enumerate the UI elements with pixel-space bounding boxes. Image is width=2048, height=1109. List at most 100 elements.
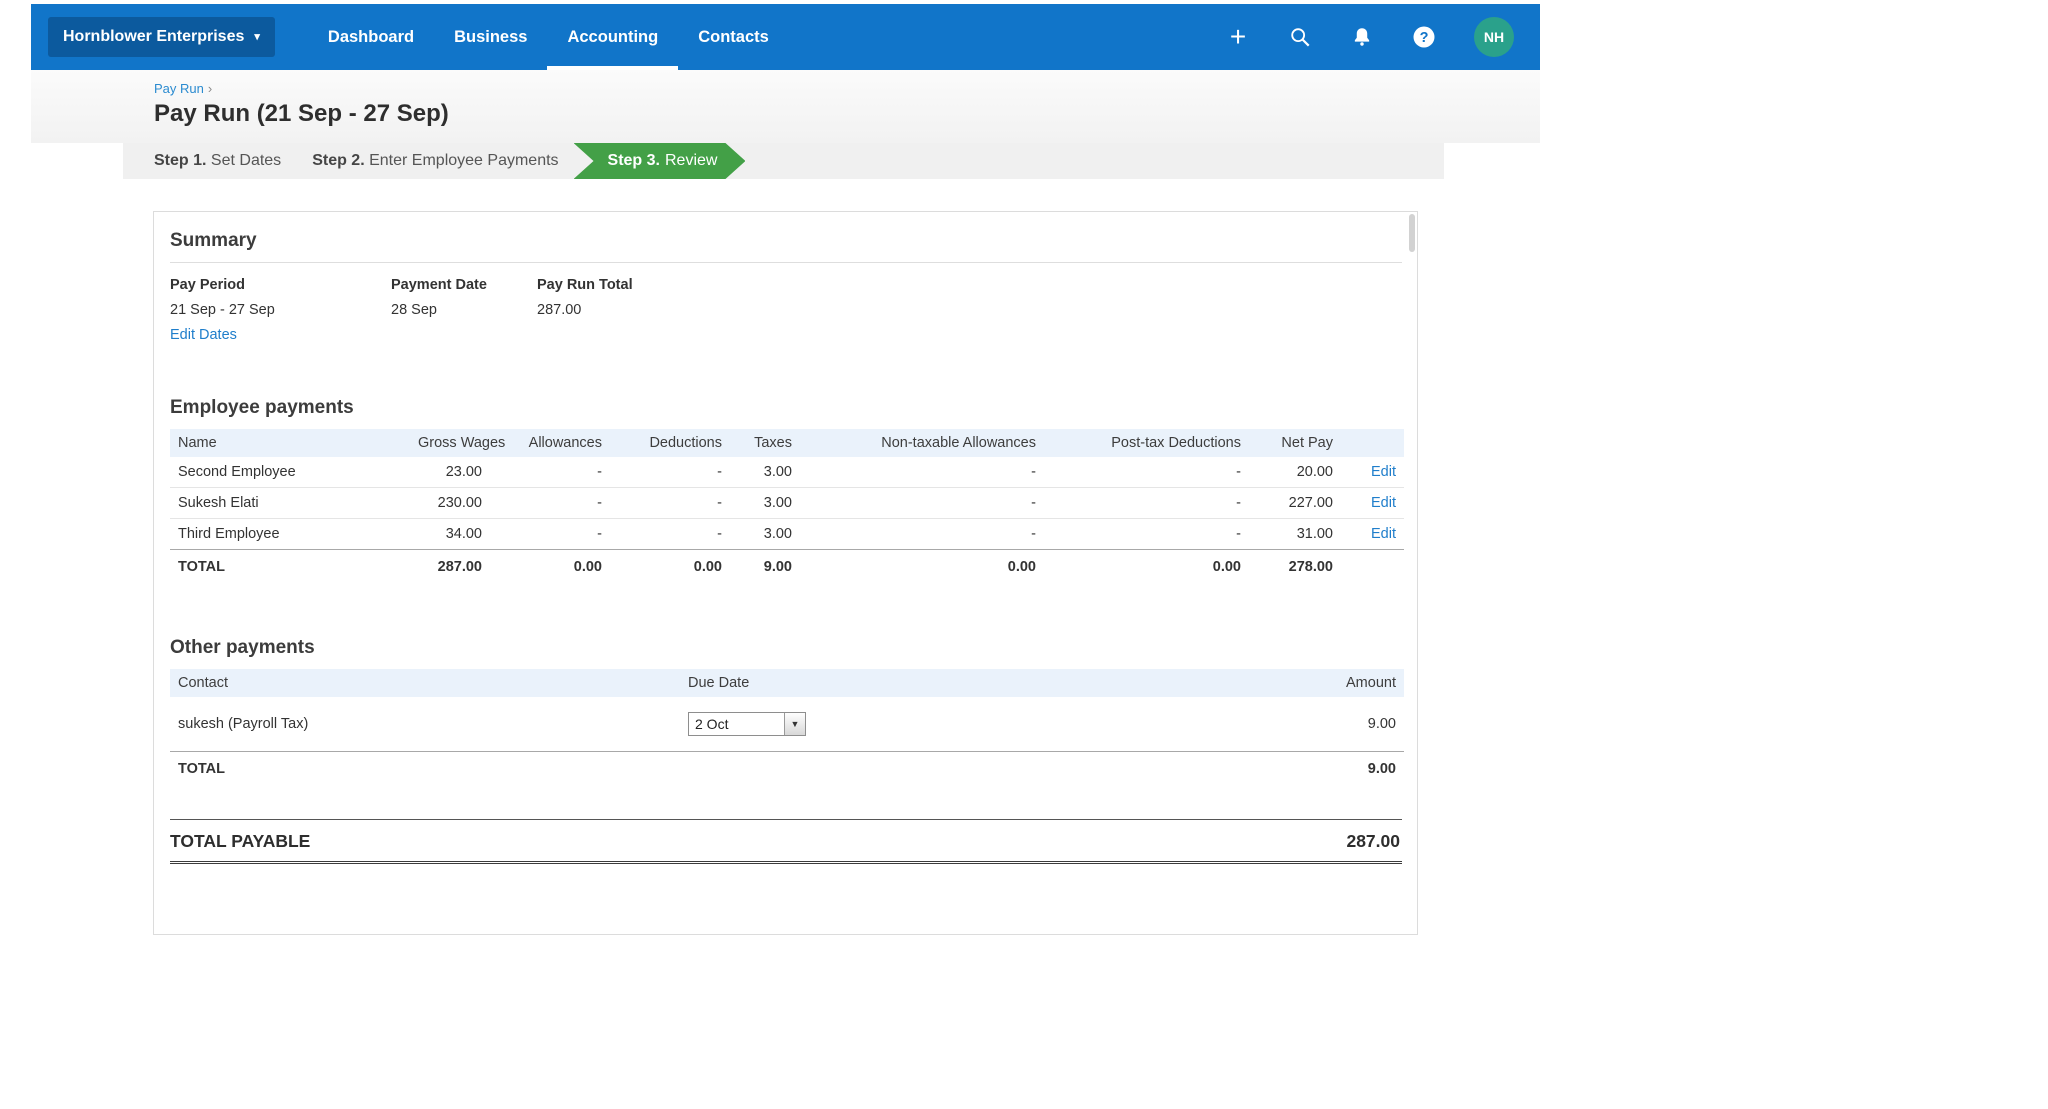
cell-name: Second Employee [170, 457, 410, 488]
step-2-label: Enter Employee Payments [369, 152, 558, 169]
table-row: Sukesh Elati 230.00 - - 3.00 - - 227.00 … [170, 488, 1404, 519]
total-taxes: 9.00 [730, 550, 800, 584]
total-deductions: 0.00 [610, 550, 730, 584]
main-nav: Dashboard Business Accounting Contacts [308, 4, 789, 70]
step-3-review-active: Step 3. Review [574, 143, 746, 179]
step-1-label: Set Dates [211, 152, 281, 169]
cell-post-tax: - [1044, 457, 1249, 488]
employee-payments-section: Employee payments Name Gross Wages Allow… [170, 397, 1402, 583]
total-payable-amount: 287.00 [1346, 831, 1400, 852]
cell-taxes: 3.00 [730, 519, 800, 550]
col-contact: Contact [170, 669, 680, 697]
col-amount: Amount [1240, 669, 1404, 697]
org-name: Hornblower Enterprises [63, 28, 244, 46]
chevron-down-icon[interactable]: ▼ [784, 713, 805, 735]
cell-non-taxable: - [800, 488, 1044, 519]
summary-pay-period: Pay Period 21 Sep - 27 Sep Edit Dates [170, 277, 391, 343]
cell-allowances: - [490, 457, 610, 488]
col-edit [1341, 429, 1404, 457]
app-window: Hornblower Enterprises ▾ Dashboard Busin… [31, 4, 1540, 935]
step-1-prefix: Step 1. [154, 152, 206, 169]
search-icon[interactable] [1288, 25, 1312, 49]
cell-gross: 34.00 [410, 519, 490, 550]
total-post-tax: 0.00 [1044, 550, 1249, 584]
table-row: sukesh (Payroll Tax) 2 Oct ▼ 9.00 [170, 697, 1404, 752]
pay-period-value: 21 Sep - 27 Sep [170, 302, 391, 318]
total-label: TOTAL [170, 550, 410, 584]
chevron-down-icon: ▾ [254, 32, 260, 43]
cell-deductions: - [610, 488, 730, 519]
cell-allowances: - [490, 519, 610, 550]
col-gross-wages: Gross Wages [410, 429, 490, 457]
cell-non-taxable: - [800, 457, 1044, 488]
employee-table-header-row: Name Gross Wages Allowances Deductions T… [170, 429, 1404, 457]
step-2-prefix: Step 2. [312, 152, 364, 169]
employee-payments-heading: Employee payments [170, 397, 1402, 419]
plus-icon[interactable]: + [1226, 25, 1250, 49]
summary-heading: Summary [170, 230, 1402, 252]
cell-net-pay: 20.00 [1249, 457, 1341, 488]
pay-period-label: Pay Period [170, 277, 391, 293]
cell-amount: 9.00 [1240, 697, 1404, 752]
cell-deductions: - [610, 457, 730, 488]
page-title: Pay Run (21 Sep - 27 Sep) [154, 100, 1540, 128]
total-gross: 287.00 [410, 550, 490, 584]
step-wizard: Step 1. Set Dates Step 2. Enter Employee… [31, 143, 1540, 179]
scrollbar-thumb[interactable] [1409, 214, 1415, 252]
edit-dates-link[interactable]: Edit Dates [170, 327, 237, 343]
total-net-pay: 278.00 [1249, 550, 1341, 584]
cell-gross: 23.00 [410, 457, 490, 488]
col-taxes: Taxes [730, 429, 800, 457]
breadcrumb-pay-run-link[interactable]: Pay Run [154, 81, 204, 96]
total-allowances: 0.00 [490, 550, 610, 584]
bell-icon[interactable] [1350, 25, 1374, 49]
org-switcher-button[interactable]: Hornblower Enterprises ▾ [48, 17, 275, 57]
nav-item-accounting[interactable]: Accounting [547, 4, 678, 70]
user-avatar[interactable]: NH [1474, 17, 1514, 57]
summary-divider [170, 262, 1402, 263]
summary-payment-date: Payment Date 28 Sep [391, 277, 537, 343]
step-2-enter-employee-payments[interactable]: Step 2. Enter Employee Payments [312, 152, 558, 170]
summary-pay-run-total: Pay Run Total 287.00 [537, 277, 633, 343]
cell-name: Third Employee [170, 519, 410, 550]
help-icon[interactable]: ? [1412, 25, 1436, 49]
cell-non-taxable: - [800, 519, 1044, 550]
breadcrumb: Pay Run› [154, 81, 1540, 96]
payment-date-label: Payment Date [391, 277, 537, 293]
cell-post-tax: - [1044, 519, 1249, 550]
table-row: Third Employee 34.00 - - 3.00 - - 31.00 … [170, 519, 1404, 550]
cell-contact: sukesh (Payroll Tax) [170, 697, 680, 752]
col-net-pay: Net Pay [1249, 429, 1341, 457]
step-1-set-dates[interactable]: Step 1. Set Dates [154, 152, 281, 170]
page-header: Pay Run› Pay Run (21 Sep - 27 Sep) [31, 70, 1540, 143]
other-table-header-row: Contact Due Date Amount [170, 669, 1404, 697]
nav-item-contacts[interactable]: Contacts [678, 4, 789, 70]
col-post-tax-deductions: Post-tax Deductions [1044, 429, 1249, 457]
nav-item-business[interactable]: Business [434, 4, 547, 70]
table-row: Second Employee 23.00 - - 3.00 - - 20.00… [170, 457, 1404, 488]
col-allowances: Allowances [490, 429, 610, 457]
edit-row-link[interactable]: Edit [1371, 464, 1396, 480]
top-nav-bar: Hornblower Enterprises ▾ Dashboard Busin… [31, 4, 1540, 70]
col-due-date: Due Date [680, 669, 1240, 697]
other-payments-table: Contact Due Date Amount sukesh (Payroll … [170, 669, 1404, 785]
total-payable-label: TOTAL PAYABLE [170, 831, 310, 852]
total-payable-double-rule [170, 861, 1402, 864]
other-payments-heading: Other payments [170, 637, 1402, 659]
nav-item-dashboard[interactable]: Dashboard [308, 4, 434, 70]
edit-row-link[interactable]: Edit [1371, 495, 1396, 511]
review-card: Summary Pay Period 21 Sep - 27 Sep Edit … [153, 211, 1418, 935]
pay-run-total-label: Pay Run Total [537, 277, 633, 293]
employee-total-row: TOTAL 287.00 0.00 0.00 9.00 0.00 0.00 27… [170, 550, 1404, 584]
total-non-taxable: 0.00 [800, 550, 1044, 584]
cell-edit: Edit [1341, 488, 1404, 519]
cell-taxes: 3.00 [730, 488, 800, 519]
step-3-label: Review [665, 152, 717, 170]
svg-text:?: ? [1420, 30, 1429, 46]
other-total-row: TOTAL 9.00 [170, 752, 1404, 786]
step-wizard-band: Step 1. Set Dates Step 2. Enter Employee… [123, 143, 1444, 179]
other-payments-section: Other payments Contact Due Date Amount s… [170, 637, 1402, 785]
edit-row-link[interactable]: Edit [1371, 526, 1396, 542]
due-date-select[interactable]: 2 Oct ▼ [688, 712, 806, 736]
cell-post-tax: - [1044, 488, 1249, 519]
